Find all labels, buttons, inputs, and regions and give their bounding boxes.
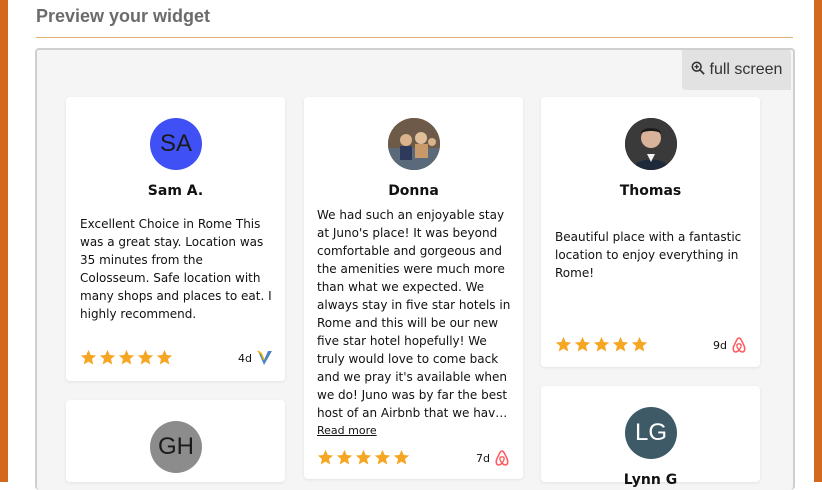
star-rating [317, 449, 410, 466]
full-screen-label: full screen [709, 61, 783, 78]
review-card: Donna We had such an enjoyable stay at J… [304, 97, 523, 479]
star-icon [317, 449, 334, 465]
star-icon [80, 349, 97, 365]
avatar [625, 118, 677, 170]
title-divider [36, 37, 793, 38]
star-icon [555, 336, 572, 352]
review-card: LG Lynn G [541, 386, 760, 488]
star-rating [80, 349, 173, 366]
star-icon [631, 336, 648, 352]
review-text: Excellent Choice in Rome This was a grea… [80, 217, 272, 321]
review-age: 9d [713, 339, 727, 352]
review-card: SA Sam A. Excellent Choice in Rome This … [66, 97, 285, 381]
star-icon [156, 349, 173, 365]
review-text: We had such an enjoyable stay at Juno's … [317, 208, 511, 420]
review-age: 7d [476, 452, 490, 465]
full-screen-button[interactable]: full screen [682, 50, 791, 90]
reviewer-name: Lynn G [623, 472, 678, 488]
review-card: Thomas Beautiful place with a fantastic … [541, 97, 760, 367]
review-text: Beautiful place with a fantastic locatio… [555, 230, 742, 280]
star-icon [593, 336, 610, 352]
star-icon [137, 349, 154, 365]
star-icon [393, 449, 410, 465]
avatar [388, 118, 440, 170]
avatar: GH [150, 421, 202, 473]
vrbo-icon [257, 350, 272, 365]
right-frame-border [814, 0, 822, 482]
avatar-photo [625, 118, 677, 170]
star-icon [374, 449, 391, 465]
left-frame-border [0, 0, 8, 482]
review-card: GH [66, 400, 285, 482]
review-age: 4d [238, 352, 252, 365]
avatar-initials: LG [634, 419, 667, 446]
reviewer-name: Donna [388, 183, 439, 199]
airbnb-icon [495, 450, 509, 466]
star-icon [612, 336, 629, 352]
avatar-initials: GH [158, 433, 194, 460]
star-icon [99, 349, 116, 365]
reviewer-name: Sam A. [147, 183, 204, 199]
star-icon [574, 336, 591, 352]
avatar-photo [388, 118, 440, 170]
star-icon [118, 349, 135, 365]
zoom-in-icon [691, 61, 705, 80]
avatar: LG [625, 407, 677, 459]
reviewer-name: Thomas [619, 183, 682, 199]
section-title: Preview your widget [36, 6, 211, 26]
avatar: SA [150, 118, 202, 170]
avatar-initials: SA [159, 130, 192, 157]
star-rating [555, 336, 648, 353]
star-icon [336, 449, 353, 465]
read-more-link[interactable]: Read more [317, 424, 377, 437]
airbnb-icon [732, 337, 746, 353]
star-icon [355, 449, 372, 465]
